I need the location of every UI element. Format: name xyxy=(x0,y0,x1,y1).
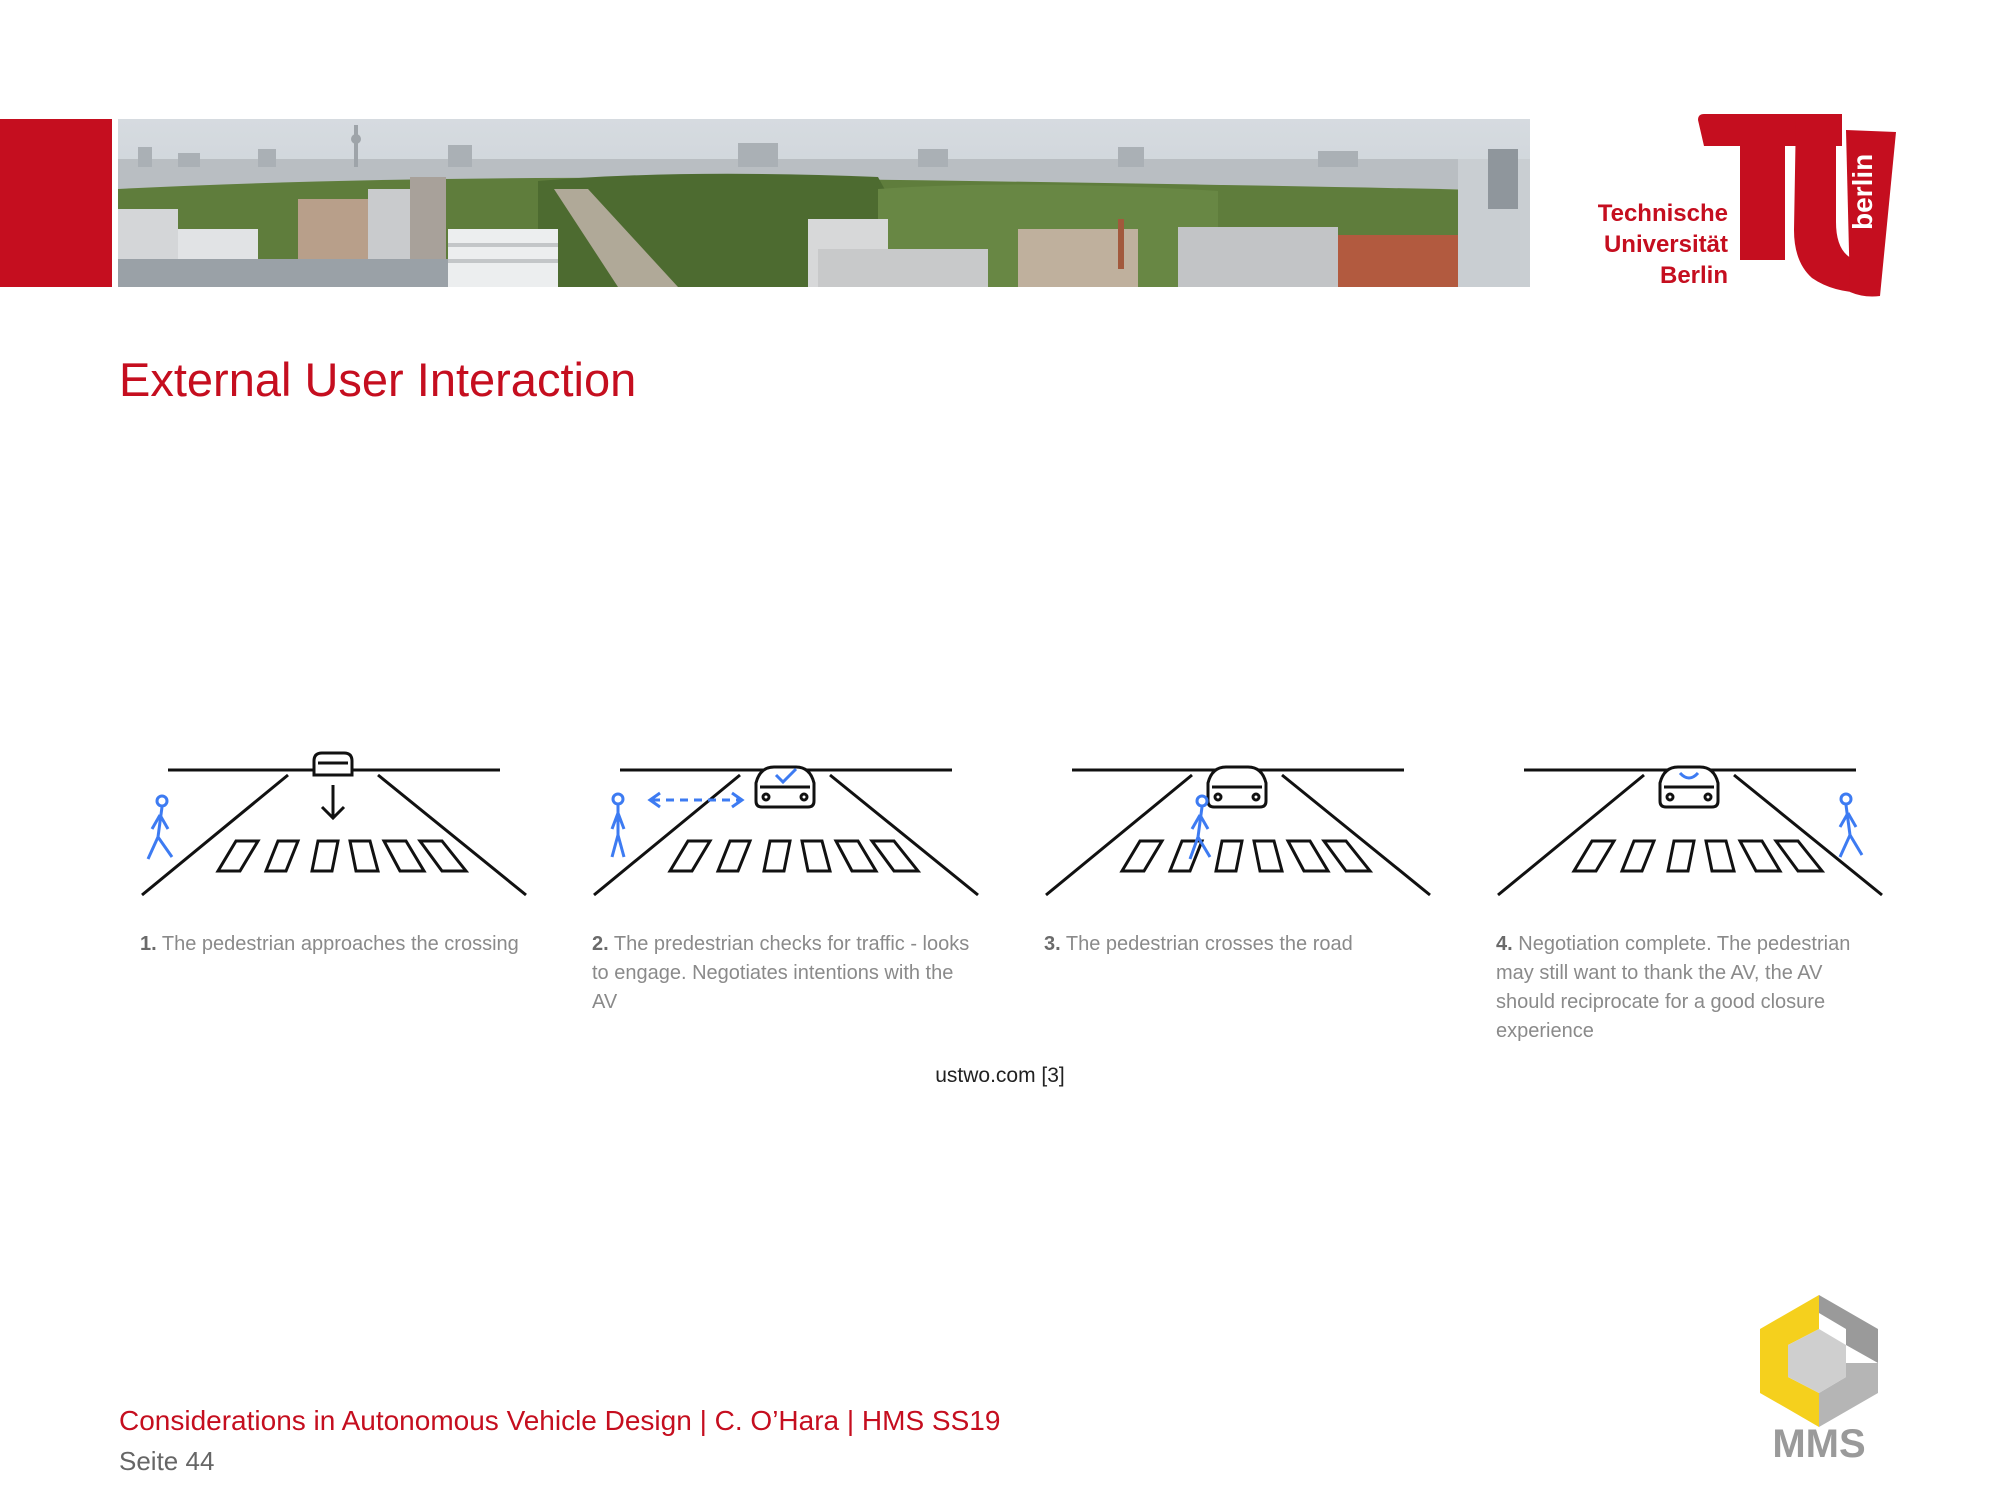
university-name-line-2: Universität xyxy=(1603,231,1728,258)
car-front-icon xyxy=(1658,765,1720,809)
step-1-text: The pedestrian approaches the crossing xyxy=(161,933,519,955)
pedestrian-standing-icon xyxy=(610,792,626,858)
university-name-line-1: Technische xyxy=(1597,200,1728,227)
step-4-caption: 4. Negotiation complete. The pedestrian … xyxy=(1496,930,1876,1046)
step-2-illustration xyxy=(590,745,990,915)
university-name-line-3: Berlin xyxy=(1659,262,1728,289)
mms-logo: MMS xyxy=(1760,1295,1878,1463)
step-2-caption: 2. The predestrian checks for traffic - … xyxy=(592,930,972,1017)
mms-logo-text: MMS xyxy=(1772,1422,1865,1463)
footer-page-number: Seite 44 xyxy=(119,1446,215,1476)
down-arrow-icon xyxy=(320,785,346,821)
step-1-caption: 1. The pedestrian approaches the crossin… xyxy=(140,930,520,959)
pedestrian-walking-icon xyxy=(146,794,174,860)
header-banner-image xyxy=(118,119,1530,287)
university-name: Technische Universität Berlin xyxy=(1590,198,1728,291)
tu-logo-word: berlin xyxy=(1847,154,1878,230)
step-4-illustration xyxy=(1494,745,1894,915)
slide-title: External User Interaction xyxy=(119,353,637,406)
dashed-arrow-icon xyxy=(647,791,745,809)
step-3-illustration xyxy=(1042,745,1442,915)
car-icon xyxy=(312,751,354,777)
step-3-text: The pedestrian crosses the road xyxy=(1065,933,1353,955)
step-4-number: 4. xyxy=(1496,933,1513,955)
step-3-caption: 3. The pedestrian crosses the road xyxy=(1044,930,1424,959)
step-2-text: The predestrian checks for traffic - loo… xyxy=(592,933,970,1013)
car-front-icon xyxy=(1206,765,1268,809)
car-front-icon xyxy=(754,765,816,809)
image-source-credit: ustwo.com [3] xyxy=(935,1064,1065,1087)
pedestrian-leaving-icon xyxy=(1838,792,1864,858)
footer-course-info: Considerations in Autonomous Vehicle Des… xyxy=(119,1405,1001,1436)
step-2-number: 2. xyxy=(592,933,609,955)
step-1-illustration xyxy=(138,745,538,915)
step-1-number: 1. xyxy=(140,933,157,955)
header-red-accent xyxy=(0,119,112,287)
step-4-text: Negotiation complete. The pedestrian may… xyxy=(1496,933,1851,1042)
step-3-number: 3. xyxy=(1044,933,1061,955)
